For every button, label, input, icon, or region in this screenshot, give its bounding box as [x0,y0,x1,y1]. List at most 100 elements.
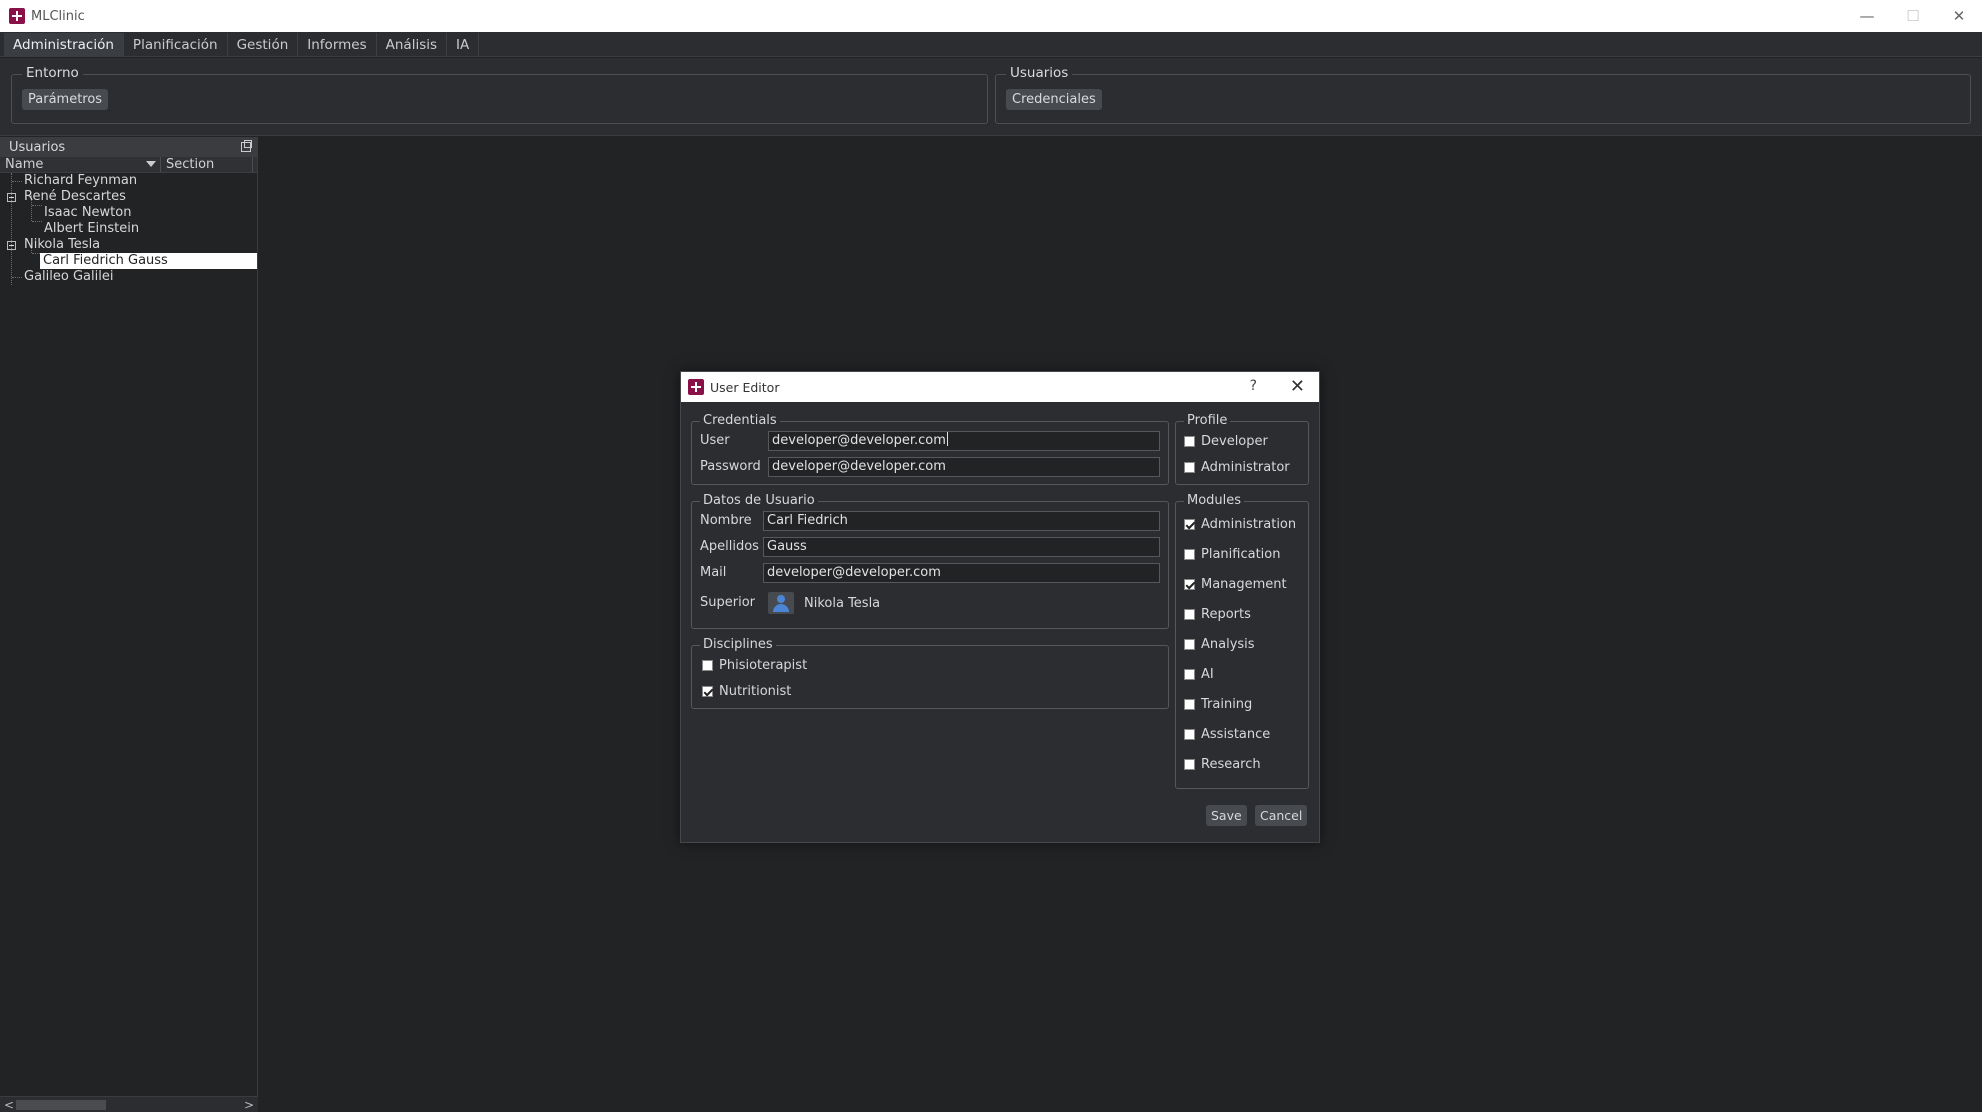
checkbox-label: Training [1201,697,1253,712]
checkbox-developer[interactable]: Developer [1184,434,1268,449]
tree-item-label: Albert Einstein [44,221,140,236]
password-label: Password [700,459,761,474]
credenciales-button[interactable]: Credenciales [1006,89,1102,110]
tree-item-selected[interactable]: Carl Fiedrich Gauss [0,253,257,269]
scroll-right-icon[interactable]: > [244,1098,254,1112]
tree-item[interactable]: Nikola Tesla [0,237,257,253]
checkbox-label: AI [1201,667,1214,682]
checkbox-box [1184,699,1195,710]
checkbox-ai[interactable]: AI [1184,667,1214,682]
checkbox-label: Phisioterapist [719,658,808,673]
checkbox-nutritionist[interactable]: Nutritionist [702,684,791,699]
horizontal-scrollbar[interactable]: < > [0,1096,258,1112]
checkbox-box [702,686,713,697]
scroll-left-icon[interactable]: < [4,1098,14,1112]
window-titlebar: MLClinic — ☐ ✕ [0,0,1982,32]
tab-ia[interactable]: IA [447,33,480,56]
maximize-button[interactable]: ☐ [1890,0,1936,32]
nombre-input[interactable]: Carl Fiedrich [763,511,1160,531]
checkbox-analysis[interactable]: Analysis [1184,637,1255,652]
checkbox-label: Planification [1201,547,1281,562]
checkbox-box [1184,729,1195,740]
column-header-section-label: Section [166,157,215,172]
tree-item-label: Galileo Galilei [24,269,114,284]
profile-group: Profile Developer Administrator [1175,413,1309,485]
disciplines-group: Disciplines Phisioterapist Nutritionist [691,637,1169,709]
column-header-section[interactable]: Section [161,157,253,172]
tree-item[interactable]: Isaac Newton [0,205,257,221]
checkbox-box [1184,436,1195,447]
window-title: MLClinic [31,8,85,24]
checkbox-box [1184,669,1195,680]
nombre-label: Nombre [700,513,752,528]
tree-item[interactable]: Richard Feynman [0,173,257,189]
tree-item[interactable]: René Descartes [0,189,257,205]
select-superior-button[interactable] [768,592,794,614]
checkbox-management[interactable]: Management [1184,577,1287,592]
help-button[interactable]: ? [1250,378,1257,394]
checkbox-research[interactable]: Research [1184,757,1261,772]
tab-administracion[interactable]: Administración [4,33,124,56]
checkbox-label: Reports [1201,607,1251,622]
checkbox-box [1184,462,1195,473]
cancel-button[interactable]: Cancel [1255,805,1308,826]
users-panel: Usuarios Name Section Richard Feynman Re… [0,137,258,1112]
user-data-legend: Datos de Usuario [700,493,818,509]
checkbox-label: Developer [1201,434,1268,449]
save-button[interactable]: Save [1206,805,1247,826]
checkbox-box [1184,609,1195,620]
ribbon-group-entorno-title: Entorno [22,65,83,81]
checkbox-box [702,660,713,671]
checkbox-training[interactable]: Training [1184,697,1252,712]
checkbox-reports[interactable]: Reports [1184,607,1251,622]
ribbon-group-entorno: Entorno Parámetros [11,65,988,124]
menu-bar: Administración Planificación Gestión Inf… [0,32,1982,57]
mail-input[interactable]: developer@developer.com [763,563,1160,583]
user-label: User [700,433,730,448]
window-controls: — ☐ ✕ [1844,0,1982,32]
dialog-titlebar: User Editor ? ✕ [681,372,1319,402]
ribbon-group-usuarios: Usuarios Credenciales [995,65,1971,124]
undock-icon[interactable] [241,140,252,152]
scrollbar-thumb[interactable] [16,1100,106,1110]
minimize-button[interactable]: — [1844,0,1890,32]
user-input-value: developer@developer.com [772,433,946,448]
checkbox-phisioterapist[interactable]: Phisioterapist [702,658,807,673]
mail-label: Mail [700,565,727,580]
checkbox-label: Administration [1201,517,1297,532]
tab-planificacion[interactable]: Planificación [124,33,228,56]
collapse-icon[interactable] [7,193,16,202]
modules-legend: Modules [1184,493,1245,509]
tree-item[interactable]: Galileo Galilei [0,269,257,285]
collapse-icon[interactable] [7,241,16,250]
checkbox-administration[interactable]: Administration [1184,517,1296,532]
dialog-close-button[interactable]: ✕ [1290,376,1305,397]
apellidos-input[interactable]: Gauss [763,537,1160,557]
superior-value: Nikola Tesla [804,596,881,611]
close-window-button[interactable]: ✕ [1936,0,1982,32]
tree-item-label: René Descartes [24,189,126,204]
checkbox-box [1184,579,1195,590]
column-header-name[interactable]: Name [0,157,161,172]
tree-item-label: Nikola Tesla [24,237,101,252]
users-panel-header: Usuarios [0,137,257,157]
checkbox-administrator[interactable]: Administrator [1184,460,1290,475]
text-caret [946,432,948,446]
password-input[interactable]: developer@developer.com [768,457,1160,477]
tab-gestion[interactable]: Gestión [228,33,299,56]
parametros-button[interactable]: Parámetros [22,89,109,110]
tab-analisis[interactable]: Análisis [377,33,448,56]
tree-item[interactable]: Albert Einstein [0,221,257,237]
superior-label: Superior [700,595,755,610]
checkbox-box [1184,519,1195,530]
checkbox-box [1184,549,1195,560]
disciplines-legend: Disciplines [700,637,776,653]
app-logo-icon [9,8,25,24]
user-editor-dialog: User Editor ? ✕ Credentials User develop… [680,371,1320,843]
checkbox-planification[interactable]: Planification [1184,547,1280,562]
user-input[interactable]: developer@developer.com [768,431,1160,451]
tree-item-label: Isaac Newton [44,205,132,220]
tab-informes[interactable]: Informes [298,33,377,56]
users-panel-title: Usuarios [9,139,66,155]
checkbox-assistance[interactable]: Assistance [1184,727,1270,742]
